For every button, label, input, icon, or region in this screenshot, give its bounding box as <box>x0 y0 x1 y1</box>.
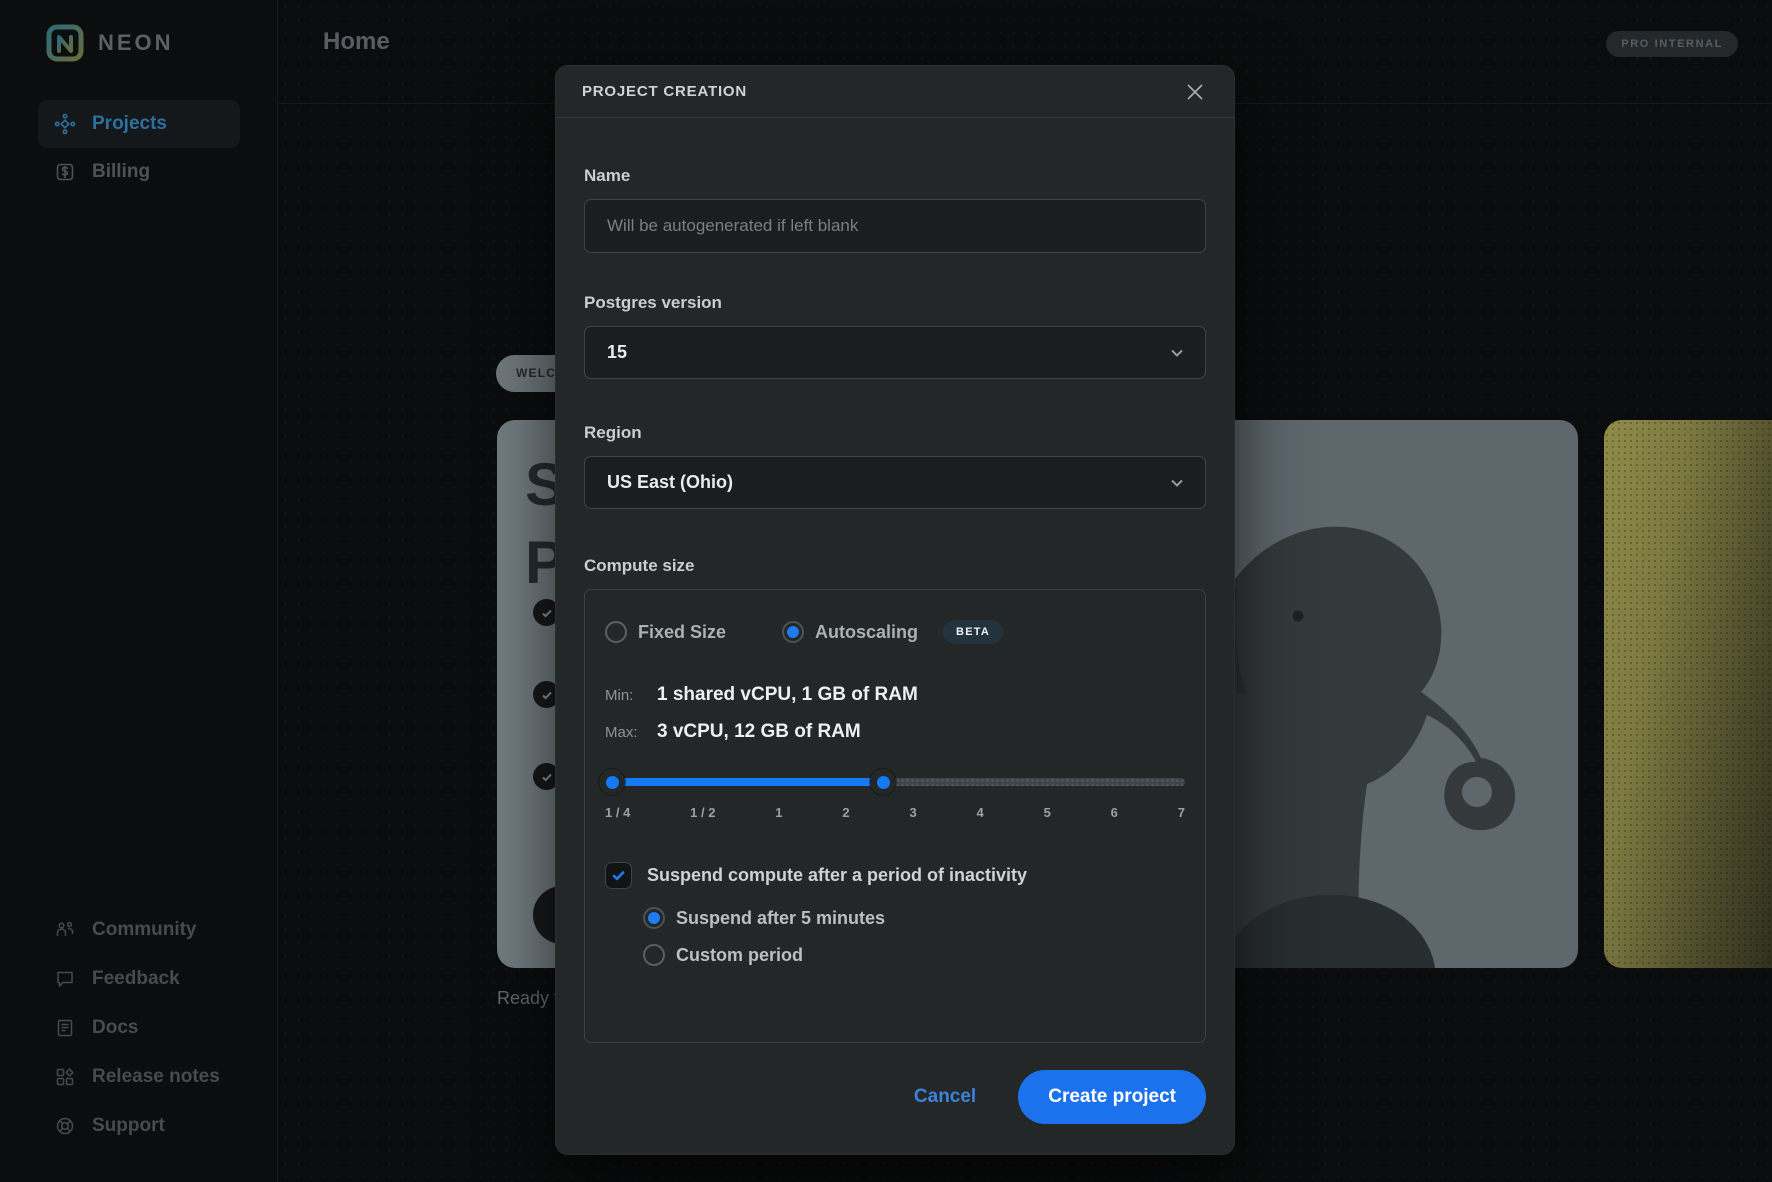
postgres-version-select[interactable]: 15 <box>584 326 1206 379</box>
radio-ring <box>643 907 665 929</box>
sidebar-nav-bottom: Community Feedback Docs Release notes <box>38 905 248 1150</box>
suspend-checkbox-label: Suspend compute after a period of inacti… <box>647 865 1027 886</box>
cancel-button[interactable]: Cancel <box>914 1086 976 1108</box>
suspend-5min-label: Suspend after 5 minutes <box>676 908 885 929</box>
postgres-version-value: 15 <box>607 342 627 363</box>
pro-internal-badge: PRO INTERNAL <box>1606 31 1738 57</box>
sidebar-item-label: Community <box>92 919 197 941</box>
project-name-input[interactable] <box>584 199 1206 253</box>
min-label: Min: <box>605 687 657 704</box>
neon-logo[interactable]: NEON <box>46 24 174 62</box>
billing-icon <box>54 161 76 183</box>
chevron-down-icon <box>1167 473 1187 498</box>
sidebar-nav-top: Projects Billing <box>38 100 240 196</box>
sidebar: NEON Projects Billing Communi <box>0 0 278 1182</box>
region-value: US East (Ohio) <box>607 472 733 493</box>
compute-minmax: Min: 1 shared vCPU, 1 GB of RAM Max: 3 v… <box>605 684 1185 743</box>
slider-ticks: 1 / 4 1 / 2 1 2 3 4 5 6 7 <box>605 805 1185 820</box>
create-project-button[interactable]: Create project <box>1018 1070 1206 1124</box>
sidebar-item-support[interactable]: Support <box>38 1101 248 1150</box>
custom-period-label: Custom period <box>676 945 803 966</box>
fixed-size-radio[interactable]: Fixed Size <box>605 621 726 643</box>
brand-name: NEON <box>98 30 174 56</box>
sidebar-item-label: Billing <box>92 161 150 183</box>
modal-body: Name Postgres version 15 Region US East … <box>556 118 1234 1043</box>
name-label: Name <box>584 166 1206 186</box>
modal-title: PROJECT CREATION <box>582 83 747 100</box>
projects-icon <box>54 113 76 135</box>
sidebar-item-billing[interactable]: Billing <box>38 148 240 196</box>
max-value: 3 vCPU, 12 GB of RAM <box>657 721 861 743</box>
slider-handle-max[interactable] <box>870 769 896 795</box>
sidebar-item-label: Feedback <box>92 968 180 990</box>
modal-footer: Cancel Create project <box>914 1070 1206 1124</box>
min-value: 1 shared vCPU, 1 GB of RAM <box>657 684 918 706</box>
sidebar-item-release-notes[interactable]: Release notes <box>38 1052 248 1101</box>
max-label: Max: <box>605 724 657 741</box>
suspend-checkbox-row[interactable]: Suspend compute after a period of inacti… <box>605 862 1185 889</box>
sidebar-item-feedback[interactable]: Feedback <box>38 954 248 1003</box>
sidebar-item-projects[interactable]: Projects <box>38 100 240 148</box>
radio-ring <box>782 621 804 643</box>
project-creation-modal: PROJECT CREATION Name Postgres version 1… <box>555 65 1235 1155</box>
chevron-down-icon <box>1167 343 1187 368</box>
suspend-5min-radio[interactable]: Suspend after 5 minutes <box>643 907 1185 929</box>
sidebar-item-label: Projects <box>92 113 167 135</box>
region-label: Region <box>584 423 1206 443</box>
feedback-icon <box>54 968 76 990</box>
suspend-options: Suspend after 5 minutes Custom period <box>643 907 1185 966</box>
region-select[interactable]: US East (Ohio) <box>584 456 1206 509</box>
release-notes-icon <box>54 1066 76 1088</box>
sidebar-item-label: Docs <box>92 1017 138 1039</box>
sidebar-item-label: Support <box>92 1115 165 1137</box>
compute-size-slider[interactable] <box>605 769 1185 795</box>
sidebar-item-label: Release notes <box>92 1066 220 1088</box>
yellow-card[interactable] <box>1604 420 1772 968</box>
compute-mode-options: Fixed Size Autoscaling BETA <box>605 620 1185 644</box>
close-icon[interactable] <box>1182 79 1208 105</box>
radio-ring <box>643 944 665 966</box>
compute-size-label: Compute size <box>584 556 1206 576</box>
postgres-version-label: Postgres version <box>584 293 1206 313</box>
sidebar-item-docs[interactable]: Docs <box>38 1003 248 1052</box>
fixed-size-label: Fixed Size <box>638 622 726 643</box>
slider-handle-min[interactable] <box>599 769 625 795</box>
autoscaling-label: Autoscaling <box>815 622 918 643</box>
custom-period-radio[interactable]: Custom period <box>643 944 1185 966</box>
suspend-checkbox[interactable] <box>605 862 632 889</box>
radio-ring <box>605 621 627 643</box>
neon-logo-icon <box>46 24 84 62</box>
compute-size-box: Fixed Size Autoscaling BETA Min: 1 share… <box>584 589 1206 1043</box>
community-icon <box>54 919 76 941</box>
modal-header: PROJECT CREATION <box>556 66 1234 118</box>
beta-badge: BETA <box>943 620 1003 644</box>
sidebar-item-community[interactable]: Community <box>38 905 248 954</box>
suspend-section: Suspend compute after a period of inacti… <box>605 862 1185 966</box>
autoscaling-radio[interactable]: Autoscaling BETA <box>782 620 1003 644</box>
support-icon <box>54 1115 76 1137</box>
docs-icon <box>54 1017 76 1039</box>
page-title: Home <box>323 28 390 56</box>
slider-fill <box>605 778 883 786</box>
